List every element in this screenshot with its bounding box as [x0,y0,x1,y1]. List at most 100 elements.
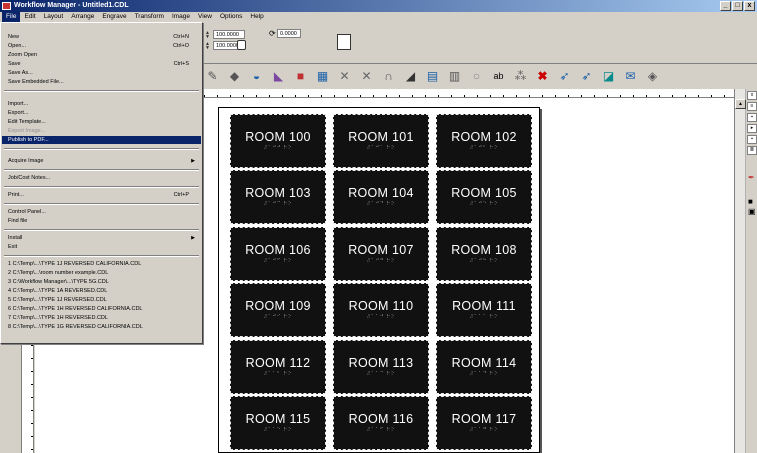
grid-icon[interactable]: ▤ [425,69,440,84]
engrave-icon[interactable]: ◈ [645,69,660,84]
pencil-icon[interactable]: ✎ [205,69,220,84]
height-spin-arrows[interactable]: ▲ ▼ [205,42,211,51]
submenu-arrow-icon: ▶ [191,235,195,241]
menu-item-job-cost[interactable]: Job/Cost Notes... [2,174,201,182]
menu-arrange[interactable]: Arrange [67,12,98,22]
menu-item-find-file[interactable]: Find file [2,217,201,225]
menu-item-save-as[interactable]: Save As... [2,69,201,77]
text-icon[interactable]: ab [491,69,506,84]
menu-item-recent-file[interactable]: 2 C:\Temp\...\room number example.CDL [2,269,201,277]
menu-item-recent-file[interactable]: 7 C:\Temp\...\TYPE 1H REVERSED.CDL [2,314,201,322]
diamond-icon[interactable]: ◆ [227,69,242,84]
menu-separator [4,169,199,171]
scroll-up-arrow-icon[interactable]: ▲ [735,99,746,109]
room-sign[interactable]: ROOM 117 ⠼⠁⠁⠛ ⠗⠕ [436,396,532,450]
shape-icon[interactable]: ◣ [271,69,286,84]
room-sign[interactable]: ROOM 113 ⠼⠁⠁⠉ ⠗⠕ [333,340,429,394]
menu-item-open[interactable]: Open... Ctrl+O [2,42,201,50]
menu-view[interactable]: View [194,12,216,22]
menu-item-publish-pdf[interactable]: Publish to PDF... [2,136,201,144]
room-sign[interactable]: ROOM 100 ⠼⠁⠚⠚ ⠗⠕ [230,114,326,168]
app-icon [2,2,11,10]
room-sign[interactable]: ROOM 110 ⠼⠁⠁⠚ ⠗⠕ [333,283,429,337]
menu-item-recent-file[interactable]: 1 C:\Temp\...\TYPE 1J REVERSED CALIFORNI… [2,260,201,268]
shadow-icon[interactable]: ◢ [403,69,418,84]
room-sign[interactable]: ROOM 112 ⠼⠁⠁⠃ ⠗⠕ [230,340,326,394]
layer-icon[interactable]: ▣ [748,207,756,216]
menu-item-recent-file[interactable]: 6 C:\Temp\...\TYPE 1H REVERSED CALIFORNI… [2,305,201,313]
panel-button-1[interactable]: ≡ [747,102,757,111]
room-sign[interactable]: ROOM 116 ⠼⠁⠁⠋ ⠗⠕ [333,396,429,450]
panel-button-2[interactable]: ▪ [747,113,757,122]
menu-item-recent-file[interactable]: 4 C:\Temp\...\TYPE 1A REVERSED.CDL [2,287,201,295]
room-sign[interactable]: ROOM 109 ⠼⠁⠚⠊ ⠗⠕ [230,283,326,337]
room-sign[interactable]: ROOM 102 ⠼⠁⠚⠃ ⠗⠕ [436,114,532,168]
room-sign[interactable]: ROOM 106 ⠼⠁⠚⠋ ⠗⠕ [230,227,326,281]
curve-icon[interactable]: ∩ [381,69,396,84]
text2-icon[interactable]: ⁂ [513,69,528,84]
erase-icon[interactable]: ◪ [601,69,616,84]
menu-item-recent-file[interactable]: 3 C:\Workflow Manager\...\TYPE 5G.CDL [2,278,201,286]
menu-item-import[interactable]: Import... [2,100,201,108]
circle-icon[interactable]: ○ [469,69,484,84]
room-sign[interactable]: ROOM 103 ⠼⠁⠚⠉ ⠗⠕ [230,170,326,224]
panel-button-3[interactable]: ▸ [747,124,757,133]
node2-icon[interactable]: ✕ [359,69,374,84]
vertical-scrollbar[interactable]: ▲ [735,89,746,453]
room-sign[interactable]: ROOM 107 ⠼⠁⠚⠛ ⠗⠕ [333,227,429,281]
menu-file[interactable]: File [2,12,21,22]
delete-icon[interactable]: ✖ [535,69,550,84]
menu-item-exit[interactable]: Exit [2,243,201,251]
pen-tool-icon[interactable]: ✒ [748,173,755,182]
origin-icon[interactable] [337,34,351,50]
menu-item-recent-file[interactable]: 5 C:\Temp\...\TYPE 1J REVERSED.CDL [2,296,201,304]
panel-button-4[interactable]: ▪ [747,135,757,144]
rotation-input[interactable]: 0.0000 [277,29,301,38]
submenu-arrow-icon: ▶ [191,158,195,164]
menu-transform[interactable]: Transform [131,12,168,22]
menu-item-control-panel[interactable]: Control Panel... [2,208,201,216]
mail-icon[interactable]: ✉ [623,69,638,84]
room-sign[interactable]: ROOM 105 ⠼⠁⠚⠑ ⠗⠕ [436,170,532,224]
close-panel-icon[interactable]: x [747,91,757,100]
lock-icon[interactable] [237,40,246,50]
bucket-icon[interactable]: ◒ [249,69,264,84]
menu-item-recent-file[interactable]: 8 C:\Temp\...\TYPE 1G REVERSED CALIFORNI… [2,323,201,331]
color-icon[interactable]: ■ [293,69,308,84]
menu-edit[interactable]: Edit [20,12,39,22]
menu-item-new[interactable]: New Ctrl+N [2,33,201,41]
menu-item-save-embedded[interactable]: Save Embedded File... [2,78,201,86]
room-sign[interactable]: ROOM 104 ⠼⠁⠚⠙ ⠗⠕ [333,170,429,224]
menu-item-acquire-image[interactable]: Acquire Image ▶ [2,157,201,165]
maximize-button[interactable]: □ [732,1,743,11]
width-input[interactable]: 100.0000 [213,30,245,39]
menu-engrave[interactable]: Engrave [98,12,130,22]
menu-options[interactable]: Options [216,12,246,22]
layout-icon[interactable]: ▥ [447,69,462,84]
image-icon[interactable]: ▦ [315,69,330,84]
room-sign[interactable]: ROOM 108 ⠼⠁⠚⠓ ⠗⠕ [436,227,532,281]
menu-item-print[interactable]: Print... Ctrl+P [2,191,201,199]
room-sign[interactable]: ROOM 115 ⠼⠁⠁⠑ ⠗⠕ [230,396,326,450]
menu-separator [4,90,199,92]
minimize-button[interactable]: _ [720,1,731,11]
menu-layout[interactable]: Layout [40,12,68,22]
room-sign[interactable]: ROOM 114 ⠼⠁⠁⠙ ⠗⠕ [436,340,532,394]
menu-item-zoom-open[interactable]: Zoom Open [2,51,201,59]
cursor-icon[interactable]: ➶ [557,69,572,84]
menu-item-export[interactable]: Export... [2,109,201,117]
room-sign[interactable]: ROOM 101 ⠼⠁⠚⠁ ⠗⠕ [333,114,429,168]
menu-separator [4,203,199,205]
node-icon[interactable]: ✕ [337,69,352,84]
room-sign[interactable]: ROOM 111 ⠼⠁⠁⠁ ⠗⠕ [436,283,532,337]
close-button[interactable]: x [744,1,755,11]
menu-image[interactable]: Image [168,12,194,22]
panel-button-5[interactable]: ≣ [747,146,757,155]
cursor2-icon[interactable]: ➶ [579,69,594,84]
menu-item-save[interactable]: Save Ctrl+S [2,60,201,68]
menu-help[interactable]: Help [246,12,267,22]
menu-item-install[interactable]: Install ▶ [2,234,201,242]
menu-item-edit-template[interactable]: Edit Template... [2,118,201,126]
color-swatch-icon[interactable]: ■ [748,197,753,206]
width-spin-arrows[interactable]: ▲ ▼ [205,31,211,40]
